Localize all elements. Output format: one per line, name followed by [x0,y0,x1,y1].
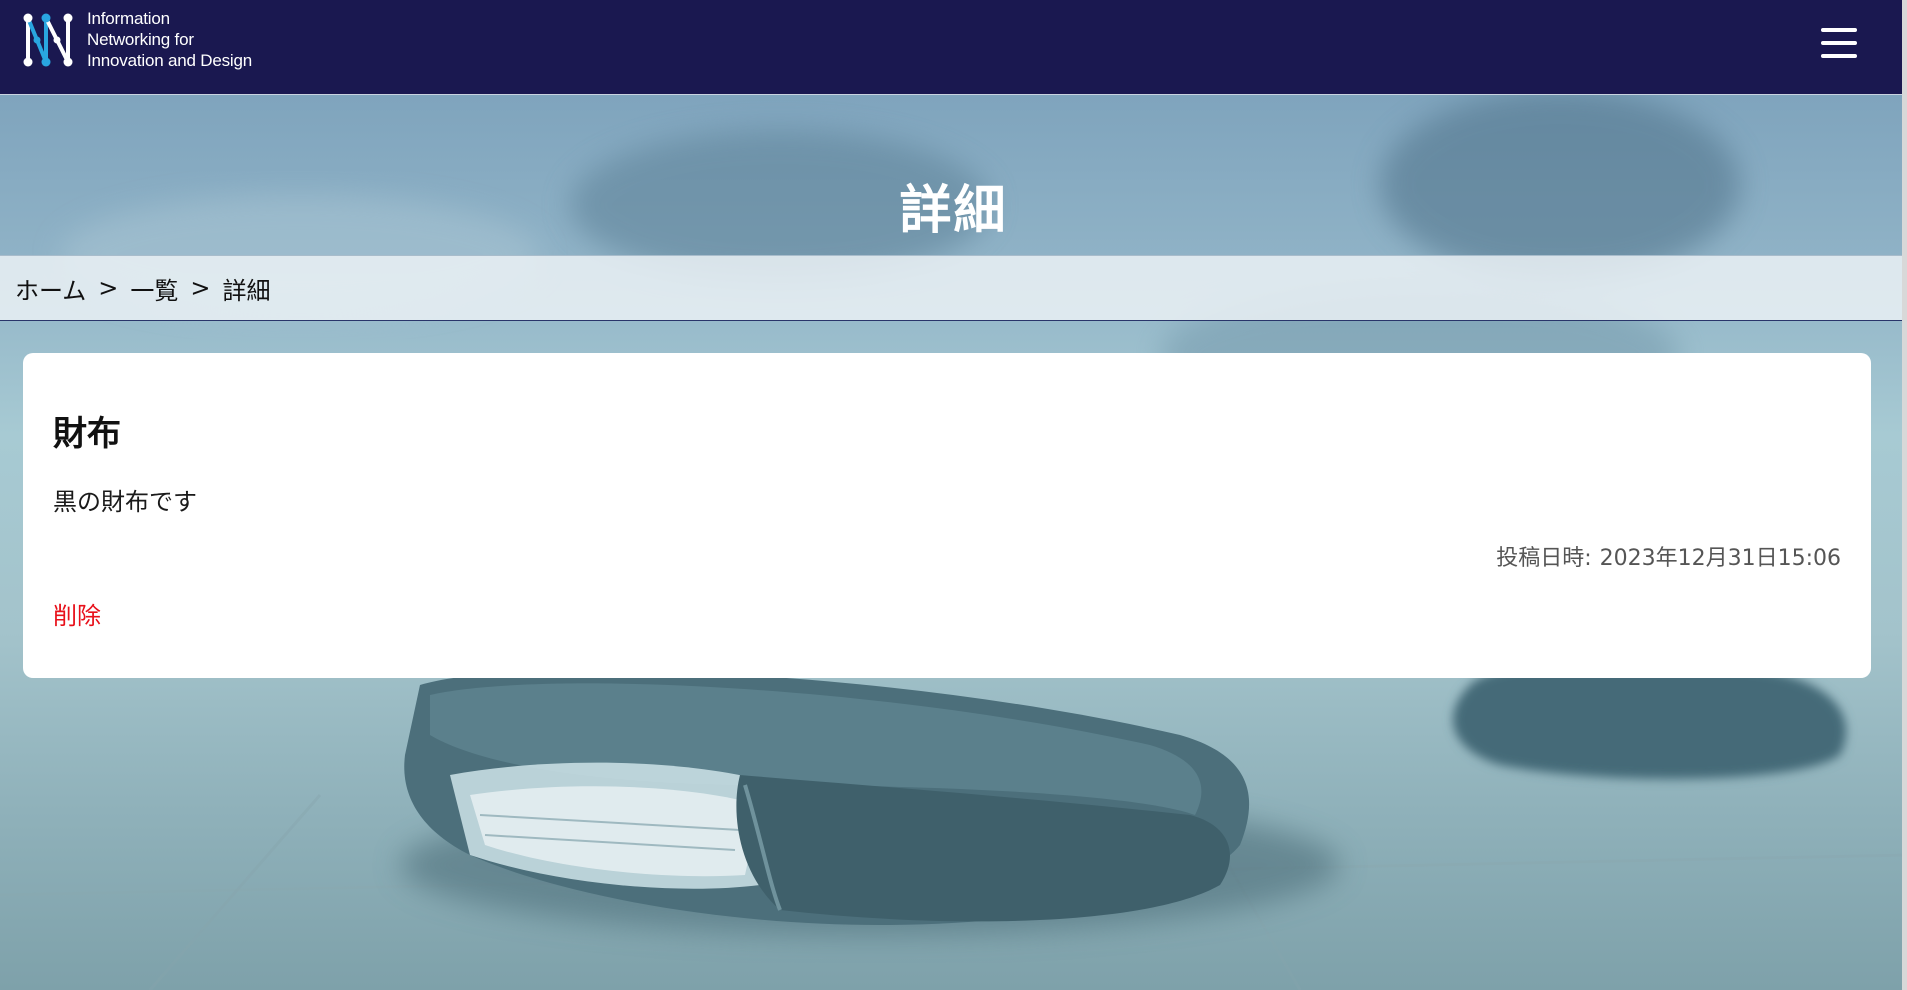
posted-label: 投稿日時: [1496,546,1592,571]
page-title: 詳細 [899,180,1008,241]
item-title: 財布 [53,414,121,454]
menu-bar-top [1821,28,1857,32]
menu-bar-bottom [1821,54,1857,58]
site-logo[interactable]: Information Networking for Innovation an… [20,8,252,71]
posted-datetime: 投稿日時: 2023年12月31日15:06 [53,545,1841,573]
logo-line-2: Networking for [87,30,194,49]
logo-line-1: Information [87,9,170,28]
breadcrumb-home-link[interactable]: ホーム [15,271,86,306]
delete-link[interactable]: 削除 [53,601,101,631]
breadcrumb-list-link[interactable]: 一覧 [130,271,178,306]
menu-bar-middle [1821,41,1857,45]
site-header: Information Networking for Innovation an… [0,0,1907,95]
iniad-logo-icon [23,13,73,66]
item-description: 黒の財布です [53,488,197,516]
breadcrumb-current: 詳細 [222,276,271,305]
posted-value: 2023年12月31日15:06 [1599,546,1841,571]
logo-text: Information Networking for Innovation an… [87,8,252,71]
item-detail-card: 財布 黒の財布です 投稿日時: 2023年12月31日15:06 削除 [23,353,1871,678]
breadcrumb-separator: > [190,274,211,302]
hamburger-menu-icon[interactable] [1821,28,1857,60]
breadcrumb-separator: > [98,274,119,302]
logo-line-3: Innovation and Design [87,51,252,70]
scrollbar[interactable] [1902,0,1907,990]
breadcrumb: ホーム > 一覧 > 詳細 [0,255,1907,321]
